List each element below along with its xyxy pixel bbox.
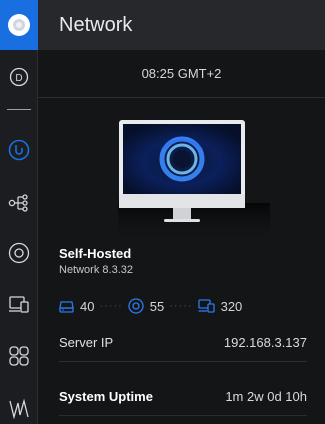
uptime-value: 1m 2w 0d 10h — [225, 389, 307, 404]
server-ip-value: 192.168.3.137 — [223, 335, 307, 350]
stat-clients-count: 320 — [220, 298, 243, 314]
ubiquiti-icon — [8, 139, 30, 161]
insights-icon — [9, 399, 29, 419]
console-device-image — [118, 120, 270, 243]
uptime-row: System Uptime 1m 2w 0d 10h — [59, 378, 307, 416]
stat-separator: ····· — [99, 300, 123, 312]
rail-divider — [7, 109, 31, 110]
nav-devices[interactable] — [0, 236, 38, 270]
network-device-icon — [59, 300, 74, 313]
stat-clients[interactable]: 320 — [197, 298, 243, 314]
app-logo-button[interactable] — [0, 0, 38, 50]
stat-devices[interactable]: 40 — [59, 299, 94, 314]
access-point-icon — [128, 298, 144, 314]
page-header: Network — [38, 0, 325, 50]
stat-access-points-count: 55 — [149, 298, 165, 314]
nav-dashboard[interactable]: D — [0, 60, 38, 94]
nav-topology[interactable] — [0, 186, 38, 220]
unifi-logo-icon — [8, 14, 30, 36]
topology-icon — [8, 194, 28, 212]
nav-insights[interactable] — [0, 392, 38, 424]
uptime-label: System Uptime — [59, 389, 153, 404]
stat-access-points[interactable]: 55 — [128, 298, 164, 314]
dashboard-icon: D — [9, 67, 29, 87]
clients-icon — [9, 296, 29, 313]
console-panel: 08:25 GMT+2 Self-Hosted Network 8.3.32 4… — [38, 50, 325, 424]
console-name: Self-Hosted — [59, 246, 132, 261]
stat-separator: ····· — [169, 300, 193, 312]
applications-icon — [9, 346, 29, 366]
client-devices-icon — [197, 299, 215, 313]
stats-row: 40 ····· 55 ····· 320 — [59, 296, 242, 316]
server-ip-row: Server IP 192.168.3.137 — [59, 324, 307, 362]
devices-icon — [8, 242, 30, 264]
nav-ubiquiti[interactable] — [0, 133, 38, 167]
side-navigation-rail: D — [0, 0, 38, 424]
stat-devices-count: 40 — [80, 298, 95, 314]
nav-clients[interactable] — [0, 287, 38, 321]
server-ip-label: Server IP — [59, 335, 114, 350]
clock-row: 08:25 GMT+2 — [38, 50, 325, 98]
nav-applications[interactable] — [0, 339, 38, 373]
svg-text:D: D — [15, 73, 22, 84]
page-title: Network — [59, 13, 133, 36]
console-version: Network 8.3.32 — [59, 264, 133, 276]
clock-text: 08:25 GMT+2 — [141, 66, 222, 81]
